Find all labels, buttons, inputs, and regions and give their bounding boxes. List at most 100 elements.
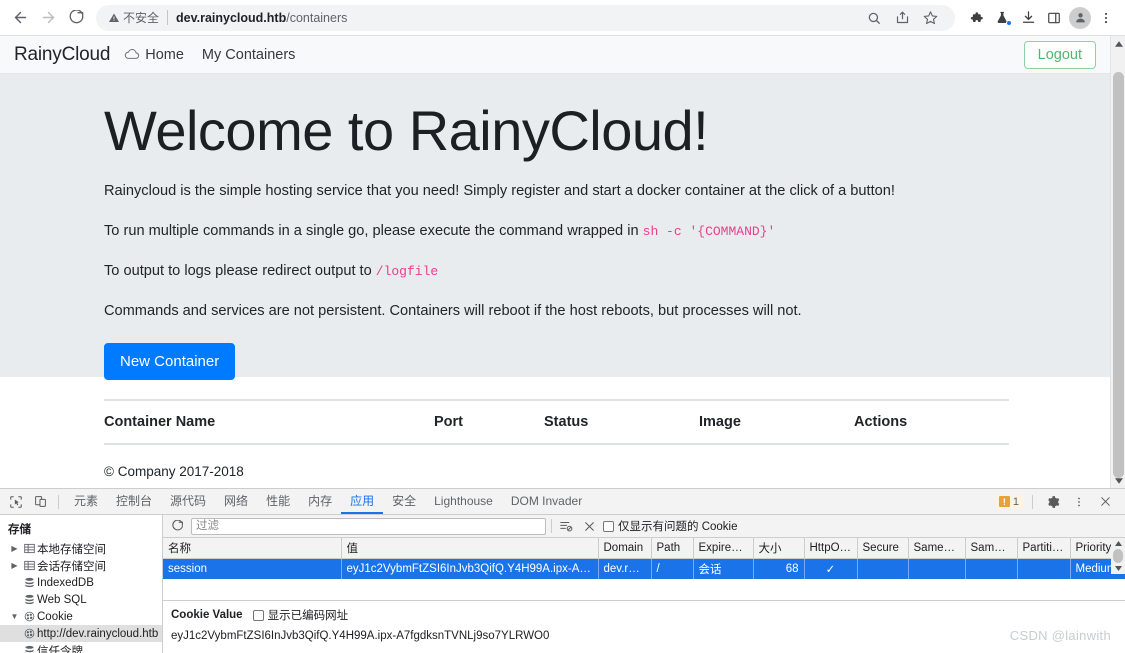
logout-button[interactable]: Logout	[1023, 40, 1096, 69]
application-sidebar: 存储 ▶ 本地存储空间 ▶ 会话存储空间 IndexedDB Web SQL ▼…	[0, 515, 163, 653]
scroll-down-arrow-icon[interactable]	[1111, 563, 1125, 574]
sidebar-item-session-storage[interactable]: ▶ 会话存储空间	[0, 557, 162, 574]
more-vertical-icon[interactable]	[1067, 491, 1091, 513]
th-container-name[interactable]: Container Name	[104, 399, 434, 445]
search-icon[interactable]	[861, 5, 887, 31]
th-cookie-name[interactable]: 名称	[163, 538, 342, 559]
th-cookie-expires[interactable]: Expires /..	[693, 538, 754, 559]
tab-sources[interactable]: 源代码	[161, 489, 215, 514]
nav-my-containers-label: My Containers	[201, 46, 296, 63]
bookmark-star-icon[interactable]	[917, 5, 943, 31]
new-container-button[interactable]: New Container	[104, 343, 236, 381]
th-image[interactable]: Image	[699, 399, 854, 445]
profile-avatar[interactable]	[1067, 5, 1093, 31]
th-cookie-partition[interactable]: Partition..	[1017, 538, 1071, 559]
site-brand[interactable]: RainyCloud	[14, 44, 110, 66]
nav-item-home[interactable]: Home	[124, 47, 184, 63]
page-scrollbar[interactable]	[1110, 36, 1125, 488]
cookies-table-area: 名称 值 Domain Path Expires /.. 大小 HttpOnly…	[163, 538, 1125, 600]
devtools-toolbar-actions: ! 1	[995, 491, 1121, 513]
only-issues-label: 仅显示有问题的 Cookie	[618, 521, 738, 533]
th-cookie-path[interactable]: Path	[651, 538, 694, 559]
delete-cookie-icon[interactable]	[580, 517, 598, 535]
sidebar-item-trust-tokens[interactable]: 信任令牌	[0, 642, 162, 653]
tab-lighthouse[interactable]: Lighthouse	[425, 489, 502, 514]
scroll-up-arrow-icon[interactable]	[1111, 538, 1125, 549]
avatar	[1069, 6, 1091, 29]
sidebar-item-cookie[interactable]: ▼ Cookie	[0, 608, 162, 625]
show-encoded-label: 显示已编码网址	[267, 610, 349, 622]
th-status[interactable]: Status	[544, 399, 699, 445]
cookie-filter-input[interactable]	[191, 517, 546, 535]
forward-button[interactable]	[34, 4, 62, 32]
show-encoded-checkbox[interactable]	[252, 609, 264, 621]
update-dot-indicator	[1006, 19, 1012, 26]
grid-storage-icon	[21, 543, 37, 554]
side-panel-icon[interactable]	[1041, 5, 1067, 31]
cell-cookie-name: session	[163, 558, 342, 579]
cell-cookie-size: 68	[753, 558, 805, 579]
devtools-panel: 元素 控制台 源代码 网络 性能 内存 应用 安全 Lighthouse DOM…	[0, 488, 1125, 653]
chevron-right-icon[interactable]: ▶	[8, 544, 21, 553]
refresh-icon[interactable]	[168, 517, 186, 535]
tab-dom-invader[interactable]: DOM Invader	[502, 489, 591, 514]
warning-count-badge[interactable]: ! 1	[995, 494, 1024, 509]
cookies-scrollbar-thumb[interactable]	[1113, 549, 1123, 563]
cookies-table-scrollbar[interactable]	[1111, 538, 1125, 574]
cookie-icon	[21, 628, 37, 639]
site-security-indicator[interactable]: 不安全	[108, 9, 159, 26]
th-cookie-secure[interactable]: Secure	[857, 538, 909, 559]
tab-memory[interactable]: 内存	[299, 489, 341, 514]
tab-elements[interactable]: 元素	[65, 489, 107, 514]
tab-network[interactable]: 网络	[215, 489, 257, 514]
scroll-up-arrow-icon[interactable]	[1111, 36, 1125, 51]
show-encoded-checkbox-row[interactable]: 显示已编码网址	[252, 607, 349, 623]
device-toolbar-icon[interactable]	[28, 491, 52, 513]
th-cookie-samesite[interactable]: SameSite	[908, 538, 966, 559]
extensions-icon[interactable]	[963, 5, 989, 31]
address-bar[interactable]: 不安全 dev.rainycloud.htb/containers	[96, 4, 955, 31]
cookie-icon	[21, 611, 37, 622]
cell-cookie-secure	[857, 558, 909, 579]
sidebar-item-web-sql[interactable]: Web SQL	[0, 591, 162, 608]
chevron-right-icon[interactable]: ▶	[8, 561, 21, 570]
th-actions[interactable]: Actions	[854, 399, 1009, 445]
th-cookie-httponly[interactable]: HttpOnly	[804, 538, 858, 559]
th-cookie-domain[interactable]: Domain	[598, 538, 652, 559]
th-cookie-samepartition[interactable]: SamePa..	[965, 538, 1018, 559]
close-icon[interactable]	[1093, 491, 1117, 513]
share-icon[interactable]	[889, 5, 915, 31]
page-content: RainyCloud Home My Containers Logout Wel…	[0, 36, 1110, 488]
only-issues-checkbox[interactable]	[603, 520, 614, 532]
gear-icon[interactable]	[1041, 491, 1065, 513]
tab-application[interactable]: 应用	[341, 489, 383, 514]
tab-performance[interactable]: 性能	[257, 489, 299, 514]
download-icon[interactable]	[1015, 5, 1041, 31]
hero-p3-text: To output to logs please redirect output…	[104, 263, 376, 280]
sidebar-item-cookie-origin[interactable]: http://dev.rainycloud.htb	[0, 625, 162, 642]
page-scrollbar-thumb[interactable]	[1113, 72, 1124, 478]
chrome-menu-icon[interactable]	[1093, 5, 1119, 31]
table-row[interactable]: session eyJ1c2VybmFtZSI6InJvb3QifQ.Y4H99…	[163, 558, 1125, 579]
clear-all-cookies-icon[interactable]	[557, 517, 575, 535]
tab-console[interactable]: 控制台	[107, 489, 161, 514]
th-port[interactable]: Port	[434, 399, 544, 445]
chevron-down-icon[interactable]: ▼	[8, 612, 21, 621]
nav-item-my-containers[interactable]: My Containers	[202, 47, 295, 63]
th-cookie-size[interactable]: 大小	[753, 538, 805, 559]
sidebar-item-local-storage[interactable]: ▶ 本地存储空间	[0, 540, 162, 557]
cell-cookie-samesite	[908, 558, 966, 579]
inspect-element-icon[interactable]	[4, 491, 28, 513]
back-button[interactable]	[6, 4, 34, 32]
only-issues-checkbox-row[interactable]: 仅显示有问题的 Cookie	[603, 518, 738, 534]
tab-security[interactable]: 安全	[383, 489, 425, 514]
url-text: dev.rainycloud.htb/containers	[176, 10, 348, 25]
th-cookie-value[interactable]: 值	[341, 538, 599, 559]
lab-flask-icon[interactable]	[989, 5, 1015, 31]
sidebar-cookie-label: Cookie	[37, 610, 73, 623]
hero-paragraph-4: Commands and services are not persistent…	[104, 303, 802, 320]
scroll-down-arrow-icon[interactable]	[1111, 473, 1125, 488]
reload-button[interactable]	[62, 4, 90, 32]
hero-p2-text: To run multiple commands in a single go,…	[104, 222, 643, 239]
sidebar-item-indexeddb[interactable]: IndexedDB	[0, 574, 162, 591]
